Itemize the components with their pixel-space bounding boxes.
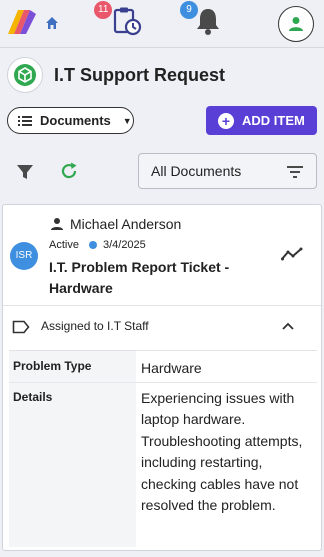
bell-icon [197,9,219,35]
app-logo-icon[interactable] [4,4,42,40]
sort-icon [287,166,303,178]
top-bar: 11 9 [0,0,324,48]
person-icon [289,17,303,31]
status-row: Active 3/4/2025 [49,239,146,251]
detail-value: Experiencing issues with laptop hardware… [141,390,303,514]
notifications-badge: 9 [180,1,198,19]
page-title: I.T Support Request [54,65,225,85]
documents-filter-select[interactable]: All Documents [138,153,317,189]
ticket-title[interactable]: I.T. Problem Report Ticket - Hardware [49,257,249,299]
add-item-button[interactable]: + ADD ITEM [206,106,317,135]
owner-name: Michael Anderson [70,216,182,232]
profile-button[interactable] [278,6,314,42]
documents-label: Documents [40,113,111,128]
documents-dropdown[interactable]: Documents ▼ [7,107,134,134]
ticket-date: 3/4/2025 [102,239,146,251]
avatar: ISR [10,242,38,270]
status-dot [88,241,97,249]
details-table: Problem Type Hardware Details Experienci… [9,351,317,547]
tasks-button[interactable]: 11 [94,1,142,36]
divider [3,305,321,306]
table-row: Details Experiencing issues with laptop … [9,383,317,547]
clipboard-clock-icon [113,7,142,36]
trend-icon[interactable] [281,247,303,261]
detail-value: Hardware [141,360,202,376]
detail-key: Problem Type [9,351,136,382]
plus-circle-icon: + [218,112,234,129]
notifications-button[interactable]: 9 [180,1,222,36]
status-text: Active [49,239,79,251]
table-row: Problem Type Hardware [9,351,317,383]
filter-icon[interactable] [16,163,34,181]
caret-down-icon: ▼ [122,115,132,126]
refresh-icon[interactable] [59,161,79,181]
home-icon[interactable] [44,15,60,31]
list-icon [18,115,32,126]
ticket-card[interactable]: Michael Anderson ISR Active 3/4/2025 I.T… [2,204,322,551]
documents-filter-value: All Documents [151,163,242,179]
page-header: I.T Support Request Documents ▼ + ADD IT… [0,48,324,196]
tag-icon [12,320,30,334]
person-icon [51,218,63,230]
add-item-label: ADD ITEM [242,113,305,128]
detail-key: Details [9,383,136,547]
tasks-badge: 11 [94,1,113,19]
chevron-up-icon[interactable] [281,321,295,331]
module-icon [7,57,43,93]
assigned-label: Assigned to I.T Staff [41,319,149,333]
